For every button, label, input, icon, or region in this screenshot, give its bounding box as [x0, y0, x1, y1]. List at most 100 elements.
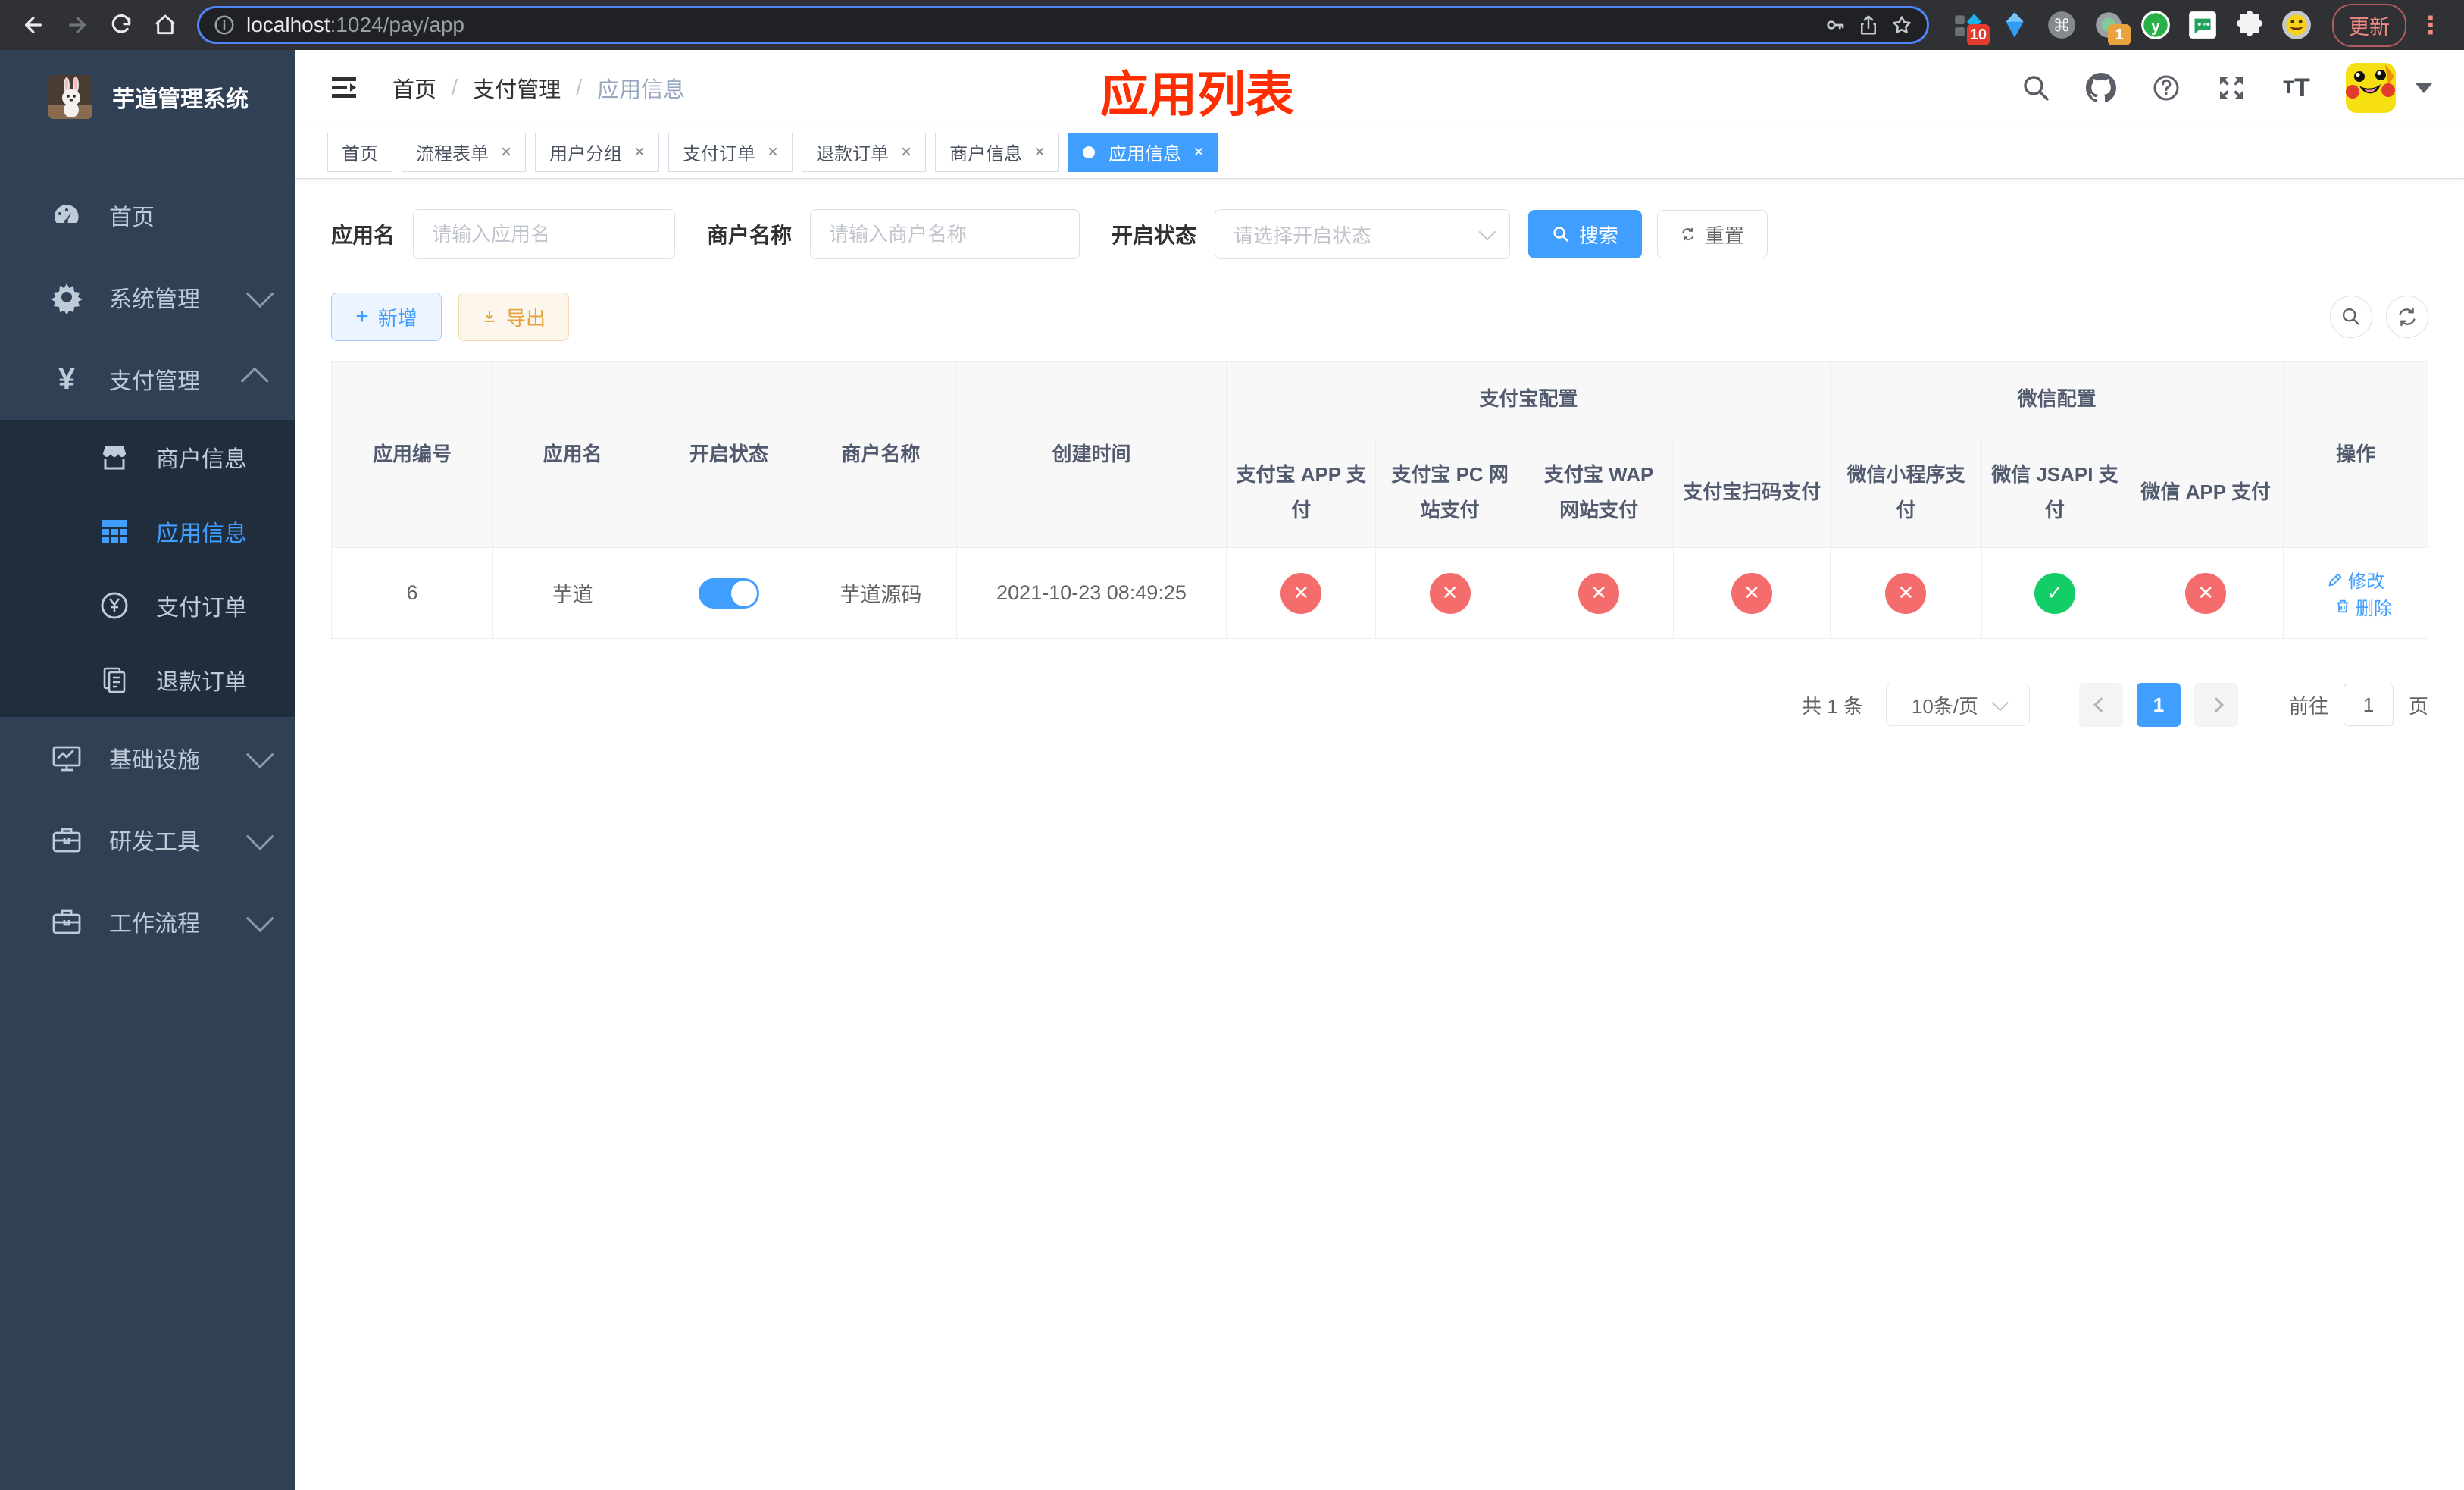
- sidebar-item-label: 支付管理: [109, 369, 200, 394]
- reset-button[interactable]: 重置: [1657, 210, 1768, 258]
- page-size-select[interactable]: 10条/页: [1885, 684, 2030, 727]
- browser-toolbar: localhost:1024/pay/app 10 ⌘ 1 y 更新 ⋮: [0, 0, 2464, 50]
- col-header-wx-app: 微信 APP 支付: [2128, 436, 2284, 549]
- sidebar-item-system[interactable]: 系统管理: [0, 256, 295, 338]
- briefcase-icon: [50, 905, 83, 938]
- browser-home-button[interactable]: [145, 5, 185, 45]
- toolbar-right-group: [2330, 296, 2428, 338]
- status-toggle[interactable]: [698, 578, 759, 609]
- sidebar-item-label: 系统管理: [109, 287, 200, 312]
- chrome-update-button[interactable]: 更新: [2332, 3, 2406, 47]
- table-row: 6 芋道 芋道源码 2021-10-23 08:49:25 ✕ ✕ ✕ ✕ ✕ …: [330, 547, 2428, 640]
- prev-page-button[interactable]: [2078, 683, 2123, 728]
- edit-pencil-icon: [2328, 573, 2342, 587]
- extension-badge: 10: [1966, 24, 1990, 45]
- logo-rabbit-image: [48, 75, 92, 119]
- cell-wx-jsapi: ✓: [1981, 547, 2129, 640]
- monitor-chart-icon: [50, 741, 83, 775]
- close-icon[interactable]: ×: [634, 142, 645, 163]
- page-number-1[interactable]: 1: [2136, 683, 2181, 728]
- col-header-alipay-wap: 支付宝 WAP 网站支付: [1524, 436, 1674, 549]
- export-button[interactable]: 导出: [458, 293, 569, 341]
- search-button[interactable]: 搜索: [1528, 210, 1643, 258]
- github-icon[interactable]: [2085, 72, 2117, 104]
- site-info-icon[interactable]: [213, 14, 236, 36]
- extension-chat-icon[interactable]: [2187, 9, 2219, 41]
- extension-pinned-icon[interactable]: 10: [1952, 9, 1990, 45]
- breadcrumb-home[interactable]: 首页: [392, 72, 436, 104]
- fullscreen-icon[interactable]: [2215, 72, 2247, 104]
- font-size-icon[interactable]: TT: [2281, 72, 2312, 104]
- edit-link[interactable]: 修改: [2327, 566, 2384, 593]
- sidebar-item-dev-tools[interactable]: 研发工具: [0, 799, 295, 881]
- tab-pay-order[interactable]: 支付订单 ×: [668, 132, 793, 172]
- dashboard-icon: [50, 199, 83, 232]
- bookmark-star-icon[interactable]: [1890, 14, 1913, 36]
- page-unit-label: 页: [2408, 694, 2428, 718]
- extension-y-icon[interactable]: y: [2140, 9, 2172, 41]
- browser-menu-button[interactable]: ⋮: [2411, 11, 2450, 39]
- cell-alipay-pc: ✕: [1374, 547, 1525, 640]
- extension-recorder-icon[interactable]: 1: [2093, 9, 2131, 45]
- sidebar-item-refund-order[interactable]: 退款订单: [0, 643, 295, 717]
- tab-process-form[interactable]: 流程表单 ×: [402, 132, 527, 172]
- chevron-left-icon: [2093, 697, 2109, 713]
- tab-user-group[interactable]: 用户分组 ×: [535, 132, 660, 172]
- sidebar-item-app-info[interactable]: 应用信息: [0, 494, 295, 568]
- add-button[interactable]: + 新增: [331, 293, 442, 341]
- extensions-puzzle-icon[interactable]: [2234, 9, 2265, 41]
- page-content: 应用名 商户名称 开启状态 请选择开启状态 搜索 重置: [295, 179, 2464, 728]
- refresh-table-button[interactable]: [2386, 296, 2428, 338]
- app-name-input[interactable]: [413, 209, 676, 259]
- share-icon[interactable]: [1857, 14, 1880, 36]
- cell-app-name: 芋道: [492, 547, 653, 640]
- close-icon[interactable]: ×: [1193, 142, 1204, 163]
- profile-avatar-icon[interactable]: [2281, 9, 2312, 41]
- delete-link[interactable]: 删除: [2334, 593, 2392, 620]
- tab-app-info-active[interactable]: 应用信息 ×: [1068, 132, 1219, 172]
- goto-page-input[interactable]: [2343, 684, 2394, 727]
- user-avatar[interactable]: [2346, 63, 2396, 113]
- tab-home[interactable]: 首页: [327, 132, 392, 172]
- close-icon[interactable]: ×: [501, 142, 511, 163]
- url-text: localhost:1024/pay/app: [246, 13, 465, 36]
- sidebar-fold-button[interactable]: [327, 71, 361, 105]
- address-bar[interactable]: localhost:1024/pay/app: [197, 6, 1929, 44]
- avatar-caret-icon[interactable]: [2416, 83, 2432, 93]
- pagination: 共 1 条 10条/页 1 前往 页: [331, 683, 2428, 728]
- sidebar-item-pay-order[interactable]: 支付订单: [0, 568, 295, 643]
- browser-forward-button[interactable]: [58, 5, 97, 45]
- next-page-button[interactable]: [2194, 683, 2238, 728]
- extension-gem-icon[interactable]: [1999, 9, 2031, 41]
- sidebar-item-infra[interactable]: 基础设施: [0, 717, 295, 799]
- breadcrumb-separator: /: [452, 75, 458, 100]
- status-label: 开启状态: [1112, 224, 1197, 247]
- sidebar-item-label: 基础设施: [109, 748, 200, 773]
- close-icon[interactable]: ×: [1034, 142, 1045, 163]
- extension-command-icon[interactable]: ⌘: [2046, 9, 2078, 41]
- sidebar-logo[interactable]: 芋道管理系统: [0, 50, 295, 144]
- sidebar-item-merchant-info[interactable]: 商户信息: [0, 420, 295, 494]
- app-table: 应用编号 应用名 开启状态 商户名称 创建时间 支付宝配置 微信配置 操作 支付…: [330, 360, 2428, 640]
- close-icon[interactable]: ×: [768, 142, 778, 163]
- sidebar-item-payment[interactable]: ¥ 支付管理: [0, 338, 295, 420]
- col-header-app-id: 应用编号: [330, 360, 494, 549]
- toggle-search-button[interactable]: [2330, 296, 2372, 338]
- browser-back-button[interactable]: [14, 5, 53, 45]
- merchant-name-input[interactable]: [810, 209, 1080, 259]
- tab-refund-order[interactable]: 退款订单 ×: [802, 132, 927, 172]
- help-icon[interactable]: [2150, 72, 2182, 104]
- search-icon[interactable]: [2020, 72, 2052, 104]
- tab-merchant-info[interactable]: 商户信息 ×: [935, 132, 1060, 172]
- sidebar-item-workflow[interactable]: 工作流程: [0, 881, 295, 963]
- sidebar-item-home[interactable]: 首页: [0, 174, 295, 256]
- status-cross-icon: ✕: [1280, 572, 1322, 614]
- search-icon: [1553, 227, 1569, 243]
- password-key-icon[interactable]: [1824, 14, 1846, 36]
- close-icon[interactable]: ×: [901, 142, 911, 163]
- sidebar-item-label: 工作流程: [109, 912, 200, 937]
- browser-reload-button[interactable]: [102, 5, 141, 45]
- breadcrumb-payment[interactable]: 支付管理: [473, 72, 561, 104]
- status-select[interactable]: 请选择开启状态: [1215, 209, 1511, 259]
- group-header-alipay: 支付宝配置: [1226, 361, 1831, 437]
